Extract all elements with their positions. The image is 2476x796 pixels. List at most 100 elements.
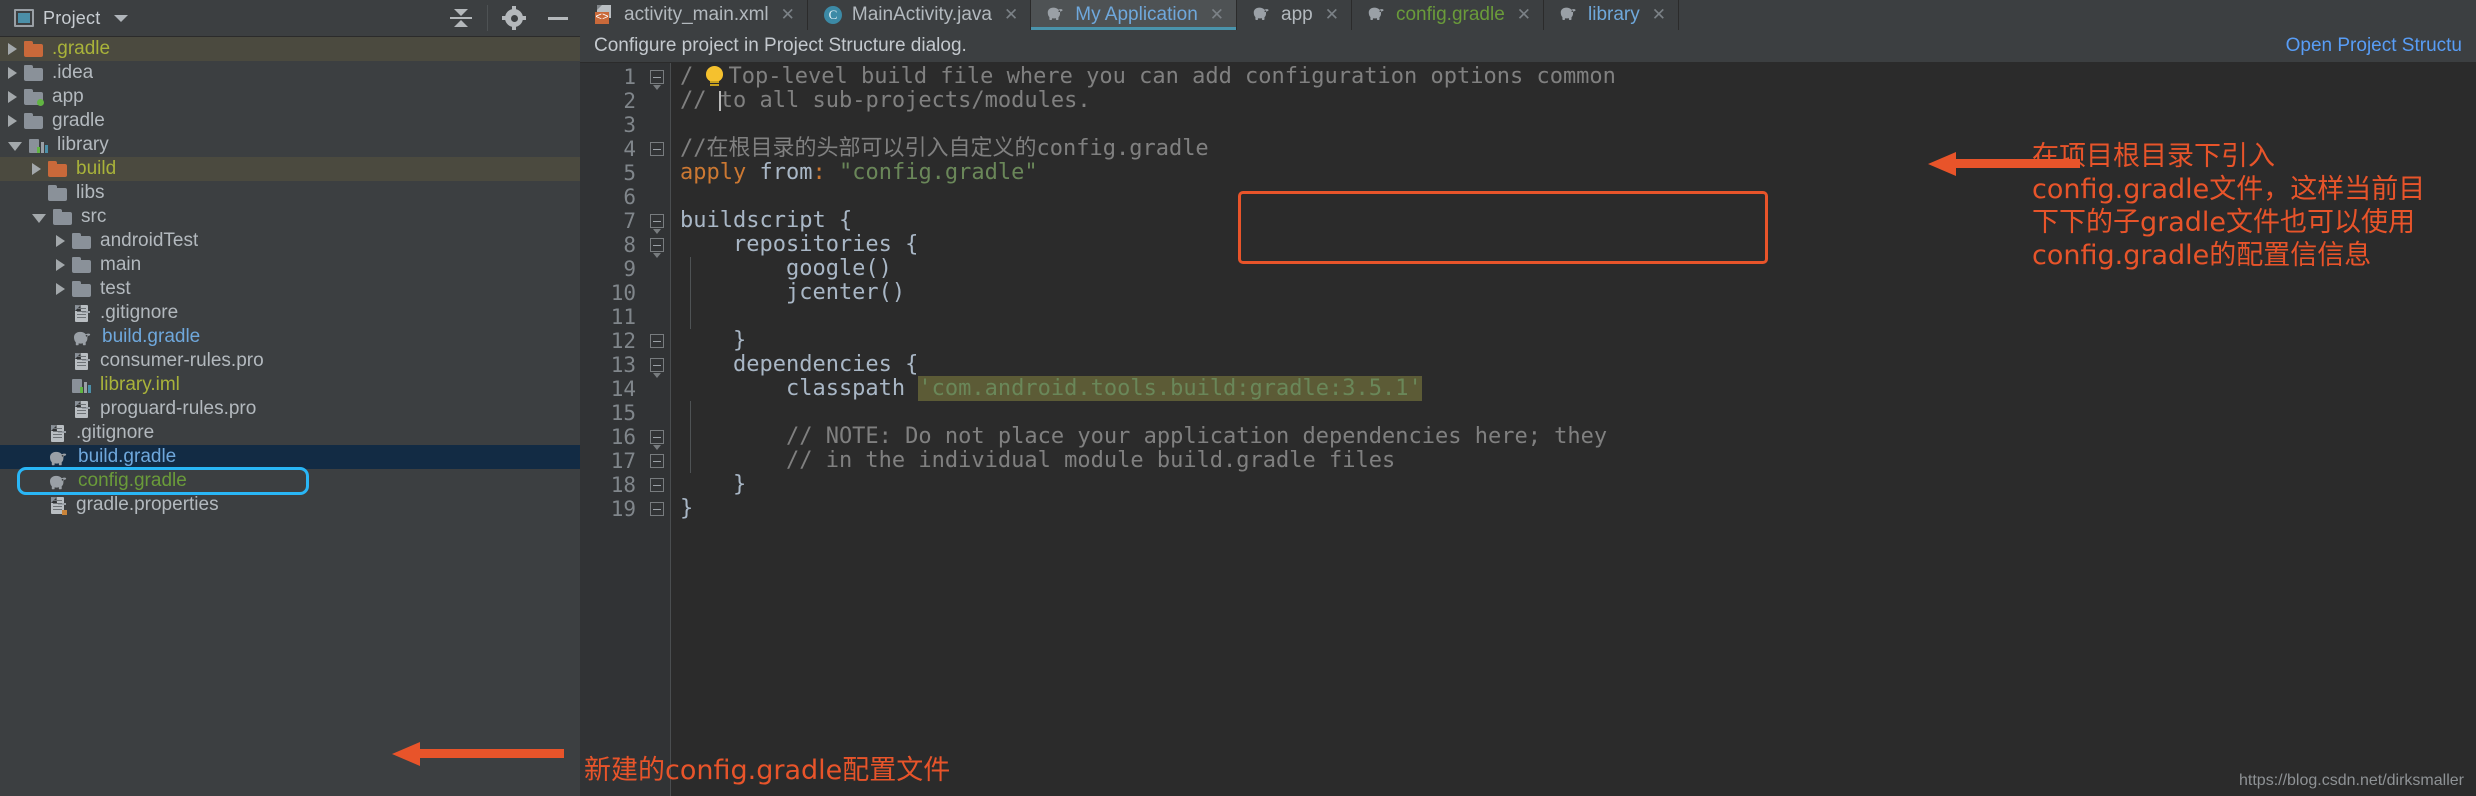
tree-node[interactable]: app <box>0 85 580 109</box>
fold-toggle-icon[interactable] <box>650 430 664 444</box>
code-token: } <box>680 496 694 521</box>
chevron-right-icon[interactable] <box>8 67 17 79</box>
tree-node-label: .gitignore <box>76 422 155 443</box>
close-icon[interactable]: ✕ <box>1325 5 1339 25</box>
code-line[interactable]: //在根目录的头部可以引入自定义的config.gradle <box>680 137 1209 161</box>
code-line[interactable]: } <box>680 329 746 353</box>
tree-node[interactable]: proguard-rules.pro <box>0 397 580 421</box>
close-icon[interactable]: ✕ <box>1652 5 1666 25</box>
chevron-right-icon[interactable] <box>56 235 65 247</box>
open-project-structure-link[interactable]: Open Project Structu <box>2286 35 2462 57</box>
line-number: 13 <box>610 353 636 377</box>
annotation-bottom-text: 新建的config.gradle配置文件 <box>584 755 951 786</box>
tree-node[interactable]: .gradle <box>0 37 580 61</box>
project-tree[interactable]: .gradle .idea app gradle library build libs src… <box>0 36 580 796</box>
editor-tab[interactable]: app ✕ <box>1237 0 1352 30</box>
chevron-right-icon[interactable] <box>32 163 41 175</box>
code-line[interactable]: } <box>680 497 693 521</box>
fold-arrow-icon <box>653 85 661 90</box>
editor-tab[interactable]: library ✕ <box>1544 0 1679 30</box>
chevron-right-icon[interactable] <box>8 115 17 127</box>
code-line[interactable]: dependencies { <box>680 353 918 377</box>
tree-node[interactable]: build.gradle <box>0 325 580 349</box>
chevron-right-icon[interactable] <box>8 43 17 55</box>
tree-node[interactable]: androidTest <box>0 229 580 253</box>
code-line[interactable]: apply from: "config.gradle" <box>680 161 1038 185</box>
close-icon[interactable]: ✕ <box>1210 5 1224 25</box>
close-icon[interactable]: ✕ <box>1004 5 1018 25</box>
editor-tab[interactable]: <> activity_main.xml ✕ <box>580 0 808 30</box>
code-token: // <box>680 88 720 113</box>
code-line[interactable]: // NOTE: Do not place your application d… <box>680 425 1607 449</box>
tree-node[interactable]: library.iml <box>0 373 580 397</box>
tree-node[interactable]: src <box>0 205 580 229</box>
fold-toggle-icon[interactable] <box>650 70 664 84</box>
tree-node[interactable]: build <box>0 157 580 181</box>
editor-tab-label: library <box>1588 4 1640 25</box>
code-line[interactable]: repositories { <box>680 233 918 257</box>
code-folding-strip[interactable] <box>644 63 671 796</box>
fold-toggle-icon[interactable] <box>650 478 664 492</box>
line-number: 15 <box>610 401 636 425</box>
fold-toggle-icon[interactable] <box>650 358 664 372</box>
chevron-down-icon[interactable] <box>114 14 129 22</box>
line-number: 8 <box>623 233 636 257</box>
fold-toggle-icon[interactable] <box>650 502 664 516</box>
code-token: Top-level build file where you can add c… <box>715 64 1616 89</box>
fold-toggle-icon[interactable] <box>650 214 664 228</box>
tree-node[interactable]: .idea <box>0 61 580 85</box>
code-line[interactable]: buildscript { <box>680 209 852 233</box>
chevron-down-icon[interactable] <box>32 214 46 223</box>
tree-node[interactable]: main <box>0 253 580 277</box>
collapse-all-button[interactable] <box>439 0 483 36</box>
tree-node[interactable]: test <box>0 277 580 301</box>
editor-tab[interactable]: My Application ✕ <box>1031 0 1238 30</box>
code-line[interactable]: } <box>680 473 746 497</box>
tree-node[interactable]: library <box>0 133 580 157</box>
tree-node[interactable]: config.gradle <box>0 469 580 493</box>
code-token: } <box>680 472 747 497</box>
line-number: 9 <box>623 257 636 281</box>
code-token: jcenter() <box>680 280 906 305</box>
code-token: / <box>680 64 694 89</box>
close-icon[interactable]: ✕ <box>781 5 795 25</box>
chevron-right-icon[interactable] <box>8 91 17 103</box>
chevron-right-icon[interactable] <box>56 259 65 271</box>
lightbulb-icon[interactable] <box>706 66 723 88</box>
tree-node-label: .idea <box>52 62 94 83</box>
code-line[interactable]: google() <box>680 257 892 281</box>
editor-tab[interactable]: C MainActivity.java ✕ <box>808 0 1032 30</box>
tree-node[interactable]: build.gradle <box>0 445 580 469</box>
settings-button[interactable] <box>492 0 536 36</box>
fold-toggle-icon[interactable] <box>650 454 664 468</box>
tree-node[interactable]: .gitignore <box>0 421 580 445</box>
tree-node[interactable]: gradle.properties <box>0 493 580 517</box>
fold-toggle-icon[interactable] <box>650 334 664 348</box>
tree-node[interactable]: gradle <box>0 109 580 133</box>
tree-node[interactable]: .gitignore <box>0 301 580 325</box>
tree-node-label: gradle.properties <box>76 494 219 515</box>
line-number: 19 <box>610 497 636 521</box>
code-line[interactable]: classpath 'com.android.tools.build:gradl… <box>680 376 1422 401</box>
code-line[interactable]: jcenter() <box>680 281 905 305</box>
fold-toggle-icon[interactable] <box>650 238 664 252</box>
fold-arrow-icon <box>653 229 661 234</box>
gradle-elephant-icon <box>1045 5 1067 25</box>
chevron-down-icon[interactable] <box>8 142 22 151</box>
chevron-right-icon[interactable] <box>56 283 65 295</box>
line-number: 14 <box>610 377 636 401</box>
code-line[interactable]: // in the individual module build.gradle… <box>680 449 1395 473</box>
editor-tab-bar[interactable]: <> activity_main.xml ✕ C MainActivity.java ✕ M… <box>580 0 2476 30</box>
editor-tab[interactable]: config.gradle ✕ <box>1352 0 1545 30</box>
fold-toggle-icon[interactable] <box>650 142 664 156</box>
close-icon[interactable]: ✕ <box>1517 5 1531 25</box>
tree-node[interactable]: libs <box>0 181 580 205</box>
xml-layout-icon: <> <box>594 5 616 25</box>
code-line[interactable]: / Top-level build file where you can add… <box>680 65 1616 89</box>
editor-tab-label: activity_main.xml <box>624 4 769 25</box>
code-line[interactable]: // to all sub-projects/modules. <box>680 89 1091 113</box>
editor-tab-label: MainActivity.java <box>851 4 992 25</box>
hide-panel-button[interactable] <box>536 0 580 36</box>
tree-node[interactable]: consumer-rules.pro <box>0 349 580 373</box>
tree-node-label: build <box>76 158 117 179</box>
